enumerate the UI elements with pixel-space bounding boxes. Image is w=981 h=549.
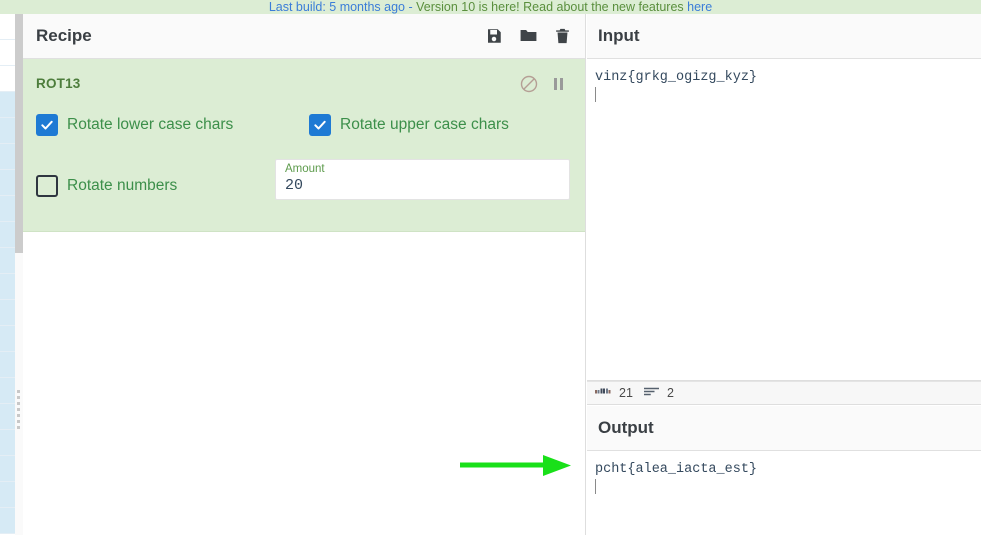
input-pane: Input vinz{grkg_ogizg_kyz} [587,14,981,381]
list-item[interactable] [0,92,15,118]
folder-icon [519,26,538,48]
lines-icon [644,386,659,400]
list-item[interactable] [0,170,15,196]
text-caret [595,479,596,494]
list-item[interactable] [0,118,15,144]
list-item[interactable] [0,326,15,352]
arg-label: Rotate upper case chars [340,116,509,133]
list-item[interactable] [0,430,15,456]
pause-icon [552,78,564,90]
character-count: 21 [595,386,633,400]
list-item[interactable] [0,482,15,508]
breakpoint-button[interactable] [548,74,568,94]
abc-icon [595,386,611,400]
build-banner: Last build: 5 months ago - Version 10 is… [0,0,981,14]
checkbox-checked-icon [36,114,58,136]
build-banner-build-text: Last build: 5 months ago [268,0,406,14]
circle-slash-icon [519,75,539,97]
text-caret [595,87,596,102]
list-item[interactable] [0,404,15,430]
operations-list[interactable] [0,14,15,535]
arg-rotate-lower-case-checkbox[interactable]: Rotate lower case chars [36,114,233,136]
input-textarea[interactable]: vinz{grkg_ogizg_kyz} [587,60,981,380]
output-pane: Output pcht{alea_iacta_est} [587,406,981,549]
save-recipe-button[interactable] [482,25,506,49]
list-item[interactable] [0,352,15,378]
input-title: Input [598,26,640,45]
list-item[interactable] [0,456,15,482]
input-header: Input [587,14,981,59]
arg-label: Rotate numbers [67,177,178,194]
list-item[interactable] [0,378,15,404]
scrollbar-thumb[interactable] [15,14,23,253]
arg-amount-input[interactable]: Amount 20 [275,159,570,200]
load-recipe-button[interactable] [516,25,540,49]
disable-operation-button[interactable] [519,74,539,94]
build-banner-separator: - [405,0,417,14]
list-item[interactable] [0,144,15,170]
trash-icon [554,27,571,48]
list-item[interactable] [0,248,15,274]
checkbox-unchecked-icon [36,175,58,197]
release-notes-link[interactable]: here [687,0,712,14]
list-item[interactable] [0,14,15,40]
list-item[interactable] [0,196,15,222]
arg-rotate-upper-case-checkbox[interactable]: Rotate upper case chars [309,114,509,136]
output-header: Output [587,406,981,451]
operation-name: ROT13 [36,76,81,91]
recipe-title: Recipe [36,26,92,45]
input-value: vinz{grkg_ogizg_kyz} [595,70,758,85]
checkbox-checked-icon [309,114,331,136]
line-count-value: 2 [667,386,674,400]
list-item[interactable] [0,274,15,300]
arg-label: Rotate lower case chars [67,116,234,133]
splitter-grip-icon[interactable] [17,390,21,434]
list-item[interactable] [0,508,15,534]
arg-rotate-numbers-checkbox[interactable]: Rotate numbers [36,175,177,197]
recipe-pane: Recipe ROT13 Rotate lower case chars Rot… [23,14,586,535]
floppy-disk-icon [485,27,503,48]
arg-amount-label: Amount [285,163,325,175]
io-column: Input vinz{grkg_ogizg_kyz} 21 2 Output p… [587,14,981,549]
recipe-drop-area[interactable] [23,233,585,535]
list-item[interactable] [0,222,15,248]
character-count-value: 21 [619,386,633,400]
input-status-bar: 21 2 [587,381,981,405]
output-textarea[interactable]: pcht{alea_iacta_est} [587,452,981,549]
output-value: pcht{alea_iacta_est} [595,462,758,477]
list-item[interactable] [0,300,15,326]
recipe-operation-rot13[interactable]: ROT13 Rotate lower case chars Rotate upp… [23,59,585,232]
line-count: 2 [644,386,674,400]
clear-recipe-button[interactable] [550,25,574,49]
list-item[interactable] [0,66,15,92]
arg-amount-value[interactable]: 20 [285,177,303,194]
recipe-header: Recipe [23,14,585,59]
build-banner-message: Version 10 is here! Read about the new f… [416,0,688,14]
output-title: Output [598,418,654,437]
list-item[interactable] [0,40,15,66]
